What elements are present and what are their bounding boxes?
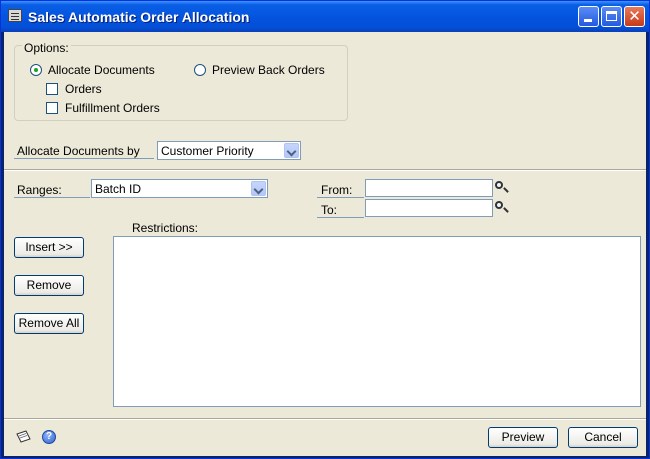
orders-label[interactable]: Orders xyxy=(65,82,102,96)
ranges-label: Ranges: xyxy=(17,183,62,197)
window-app-icon[interactable] xyxy=(8,9,22,22)
fulfillment-orders-checkbox[interactable] xyxy=(46,102,58,114)
fulfillment-orders-label[interactable]: Fulfillment Orders xyxy=(65,101,160,115)
dialog-window: Sales Automatic Order Allocation ✕ Optio… xyxy=(0,0,650,459)
ranges-dropdown[interactable]: Batch ID xyxy=(91,179,268,198)
footer-divider xyxy=(4,418,646,420)
allocate-documents-label[interactable]: Allocate Documents xyxy=(48,63,155,77)
from-input[interactable] xyxy=(365,179,493,197)
to-label: To: xyxy=(321,203,338,217)
to-lookup-magnifier-icon[interactable] xyxy=(493,199,511,217)
ranges-label-box: Ranges: xyxy=(14,181,90,198)
chevron-down-icon[interactable] xyxy=(284,143,299,158)
minimize-button[interactable] xyxy=(578,6,599,27)
options-legend: Options: xyxy=(22,41,71,55)
preview-button[interactable]: Preview xyxy=(488,427,558,448)
to-label-box: To: xyxy=(317,201,364,218)
restrictions-list[interactable] xyxy=(113,236,641,407)
window-title: Sales Automatic Order Allocation xyxy=(28,9,250,25)
title-bar[interactable]: Sales Automatic Order Allocation ✕ xyxy=(1,1,649,32)
chevron-down-icon[interactable] xyxy=(251,181,266,196)
restrictions-label: Restrictions: xyxy=(132,221,199,235)
maximize-icon xyxy=(606,11,617,21)
preview-back-orders-label[interactable]: Preview Back Orders xyxy=(212,63,325,77)
orders-checkbox[interactable] xyxy=(46,83,58,95)
to-input[interactable] xyxy=(365,199,493,217)
allocate-by-label-box: Allocate Documents by xyxy=(14,142,154,159)
remove-all-button[interactable]: Remove All xyxy=(14,313,84,334)
allocate-by-label: Allocate Documents by xyxy=(17,144,140,158)
ranges-value: Batch ID xyxy=(95,182,142,196)
preview-back-orders-radio[interactable] xyxy=(194,64,206,76)
insert-button[interactable]: Insert >> xyxy=(14,237,84,258)
from-lookup-magnifier-icon[interactable] xyxy=(493,179,511,197)
allocate-by-dropdown[interactable]: Customer Priority xyxy=(157,141,301,160)
help-icon[interactable]: ? xyxy=(42,430,56,444)
maximize-button[interactable] xyxy=(601,6,622,27)
close-icon: ✕ xyxy=(628,8,641,25)
minimize-icon xyxy=(584,19,592,22)
dialog-body: Options: Allocate Documents Preview Back… xyxy=(4,32,646,456)
close-button[interactable]: ✕ xyxy=(624,6,645,27)
from-label-box: From: xyxy=(317,181,364,198)
note-icon[interactable] xyxy=(15,430,32,443)
cancel-button[interactable]: Cancel xyxy=(568,427,638,448)
section-divider xyxy=(4,169,646,171)
remove-button[interactable]: Remove xyxy=(14,275,84,296)
allocate-documents-radio[interactable] xyxy=(30,64,42,76)
from-label: From: xyxy=(321,183,353,197)
allocate-by-value: Customer Priority xyxy=(161,144,254,158)
